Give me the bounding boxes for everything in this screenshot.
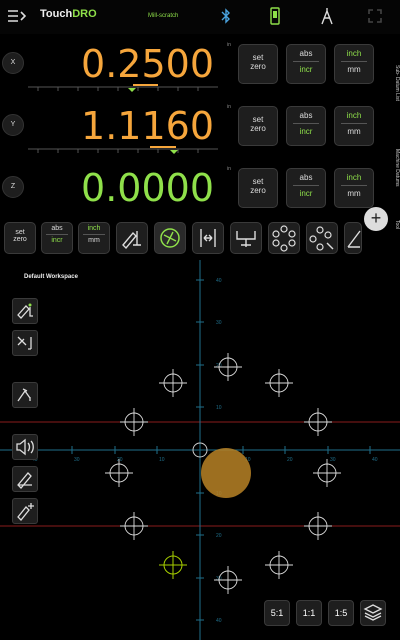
center-find-icon[interactable] [230, 222, 262, 254]
zoom-1-1-button[interactable]: 1:1 [296, 600, 322, 626]
zoom-1-5-button[interactable]: 1:5 [328, 600, 354, 626]
unit-tag-y: in [227, 104, 231, 110]
y-tick-label: 20 [216, 533, 222, 539]
toolbar-abs-incr-toggle[interactable]: abs incr [41, 222, 73, 254]
tab-machine-datums[interactable]: Machine Datums [386, 128, 400, 208]
inch-mm-toggle-y[interactable]: inch mm [334, 106, 374, 146]
tab-sub-datum-list[interactable]: Sub- Datum List [386, 48, 400, 118]
hole-marker[interactable] [159, 369, 187, 397]
mm-label-x: mm [347, 65, 361, 74]
angle-tool-icon[interactable] [344, 222, 362, 254]
ruler-x [28, 84, 218, 92]
abs-label-z: abs [299, 173, 313, 182]
mm-label-z: mm [347, 189, 361, 198]
hole-marker[interactable] [304, 512, 332, 540]
inch-label-z: inch [346, 173, 362, 182]
hole-marker[interactable] [120, 512, 148, 540]
x-tick-label: 10 [159, 457, 165, 463]
layers-icon[interactable] [360, 600, 386, 626]
hole-marker[interactable] [265, 551, 293, 579]
hole-marker[interactable] [313, 459, 341, 487]
compass-icon[interactable] [320, 7, 334, 25]
unit-tag-x: in [227, 42, 231, 48]
edge-find-icon[interactable] [116, 222, 148, 254]
inch-mm-toggle-x[interactable]: inch mm [334, 44, 374, 84]
x-tick-label: 30 [74, 457, 80, 463]
rotate-icon[interactable] [154, 222, 186, 254]
ruler-y [28, 146, 218, 154]
add-button[interactable]: + [364, 207, 388, 231]
hole-marker[interactable] [105, 459, 133, 487]
hole-marker[interactable] [304, 408, 332, 436]
y-tick-label: 10 [216, 405, 222, 411]
hole-marker[interactable] [265, 369, 293, 397]
top-bar: TouchDRO Mill-scratch [0, 0, 400, 34]
mode-label: Mill-scratch [148, 13, 179, 19]
bolt-circle-tool-icon[interactable] [306, 222, 338, 254]
toolbar-inch-mm-toggle[interactable]: inch mm [78, 222, 110, 254]
hole-marker-active[interactable] [159, 551, 187, 579]
axis-row-z: Z 0.0000 in set zero abs incr inch mm [0, 160, 400, 222]
device-icon[interactable] [270, 7, 280, 25]
toolbar-set-zero-button[interactable]: set zero [4, 222, 36, 254]
x-tick-label: 20 [287, 457, 293, 463]
dro-value-z[interactable]: 0.0000 [81, 166, 214, 210]
abs-label-y: abs [299, 111, 313, 120]
menu-icon[interactable] [8, 9, 27, 23]
axis-row-y: Y 1.1160 in set zero abs incr inch mm [0, 98, 400, 160]
add-tool-icon[interactable] [12, 498, 38, 524]
inch-label-x: inch [346, 49, 362, 58]
probe-icon[interactable] [12, 330, 38, 356]
edit-tool-icon[interactable] [12, 466, 38, 492]
measure-icon[interactable] [192, 222, 224, 254]
workspace-canvas[interactable]: 40 30 20 10 10 20 30 40 40 30 20 10 10 2… [0, 260, 400, 640]
zoom-5-1-button[interactable]: 5:1 [264, 600, 290, 626]
y-tick-label: 40 [216, 278, 222, 284]
abs-incr-toggle-x[interactable]: abs incr [286, 44, 326, 84]
toolbar-inch-label: inch [87, 225, 101, 232]
abs-incr-toggle-y[interactable]: abs incr [286, 106, 326, 146]
axis-row-x: X 0.2500 in set zero abs incr inch mm [0, 36, 400, 98]
set-zero-button-y[interactable]: set zero [238, 106, 278, 146]
abs-incr-toggle-z[interactable]: abs incr [286, 168, 326, 208]
pattern-icon[interactable] [12, 382, 38, 408]
set-zero-button-z[interactable]: set zero [238, 168, 278, 208]
toolbar-abs-label: abs [51, 225, 63, 232]
y-tick-label: 40 [216, 618, 222, 624]
incr-label-y: incr [299, 127, 313, 136]
expand-icon[interactable] [368, 9, 382, 23]
unit-tag-z: in [227, 166, 231, 172]
x-tick-label: 30 [330, 457, 336, 463]
hole-marker[interactable] [214, 353, 242, 381]
toolbar-incr-label: incr [51, 237, 63, 244]
hole-marker[interactable] [214, 566, 242, 594]
axis-label-z[interactable]: Z [2, 176, 24, 198]
hole-marker[interactable] [120, 408, 148, 436]
abs-label-x: abs [299, 49, 313, 58]
y-tick-label: 30 [216, 320, 222, 326]
bolt-circle-icon[interactable] [268, 222, 300, 254]
inch-mm-toggle-z[interactable]: inch mm [334, 168, 374, 208]
tab-tool[interactable]: Tool [386, 215, 400, 235]
edge-finder-tool-icon[interactable] [12, 298, 38, 324]
incr-label-z: incr [299, 189, 313, 198]
mm-label-y: mm [347, 127, 361, 136]
bluetooth-icon[interactable] [220, 8, 232, 24]
x-tick-label: 20 [117, 457, 123, 463]
incr-label-x: incr [299, 65, 313, 74]
dro-value-x[interactable]: 0.2500 [81, 42, 214, 86]
brand-logo: TouchDRO [40, 8, 97, 20]
dro-value-y[interactable]: 1.1160 [81, 104, 214, 148]
axis-label-y[interactable]: Y [2, 114, 24, 136]
toolbar-mm-label: mm [88, 237, 100, 244]
audio-icon[interactable] [12, 434, 38, 460]
x-tick-label: 40 [372, 457, 378, 463]
set-zero-button-x[interactable]: set zero [238, 44, 278, 84]
axis-label-x[interactable]: X [2, 52, 24, 74]
inch-label-y: inch [346, 111, 362, 120]
tool-position-marker [201, 448, 251, 498]
